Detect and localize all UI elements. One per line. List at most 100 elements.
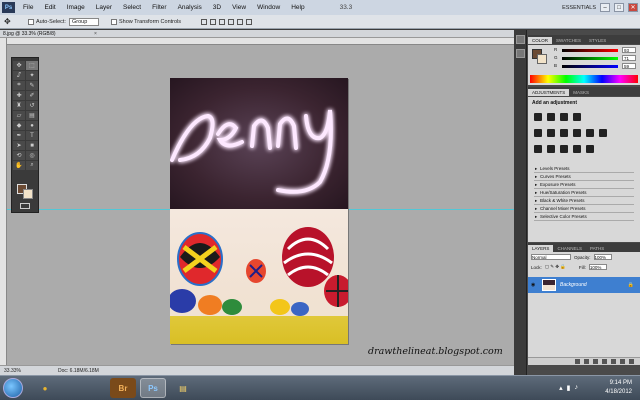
new-group-icon[interactable]: [611, 359, 616, 364]
align-bottom-icon[interactable]: [219, 18, 226, 25]
blue-value-field[interactable]: 59: [622, 63, 636, 69]
zoom-tool-icon[interactable]: ⌕: [26, 161, 38, 170]
magic-wand-tool-icon[interactable]: ✦: [26, 71, 38, 80]
invert-icon[interactable]: [534, 145, 542, 153]
panel-background-swatch[interactable]: [537, 54, 547, 64]
auto-select-checkbox[interactable]: [28, 18, 34, 25]
curves-icon[interactable]: [560, 113, 568, 121]
menu-window[interactable]: Window: [257, 4, 280, 11]
minimize-button[interactable]: –: [600, 3, 610, 12]
close-button[interactable]: ✕: [628, 3, 638, 12]
channel-mixer-icon[interactable]: [599, 129, 607, 137]
layer-style-icon[interactable]: [584, 359, 589, 364]
link-layers-icon[interactable]: [575, 359, 580, 364]
preset-levels[interactable]: Levels Presets: [534, 165, 634, 173]
3d-orbit-tool-icon[interactable]: ◎: [26, 151, 38, 160]
preset-black-white[interactable]: Black & White Presets: [534, 197, 634, 205]
blend-mode-dropdown[interactable]: Normal: [531, 254, 571, 260]
preset-hue-saturation[interactable]: Hue/Saturation Presets: [534, 189, 634, 197]
eyedropper-tool-icon[interactable]: ✎: [26, 81, 38, 90]
document-image[interactable]: [170, 78, 348, 344]
transform-controls-checkbox[interactable]: [110, 18, 117, 25]
clock[interactable]: 9:14 PM 4/18/2012: [582, 379, 632, 397]
tab-channels[interactable]: CHANNELS: [553, 245, 586, 252]
layer-mask-icon[interactable]: [593, 359, 598, 364]
tray-arrow-icon[interactable]: ▴: [559, 384, 563, 392]
maximize-button[interactable]: □: [614, 3, 624, 12]
align-center-icon[interactable]: [237, 18, 244, 25]
vibrance-icon[interactable]: [534, 129, 542, 137]
blur-tool-icon[interactable]: ◆: [13, 121, 25, 130]
menu-analysis[interactable]: Analysis: [178, 4, 202, 11]
menu-help[interactable]: Help: [291, 4, 304, 11]
new-layer-icon[interactable]: [620, 359, 625, 364]
auto-select-dropdown[interactable]: Group: [68, 17, 99, 26]
align-top-icon[interactable]: [201, 18, 208, 25]
menu-view[interactable]: View: [232, 4, 246, 11]
tab-swatches[interactable]: SWATCHES: [552, 37, 585, 44]
taskbar-chrome-icon[interactable]: ●: [32, 378, 58, 398]
menu-layer[interactable]: Layer: [96, 4, 112, 11]
menu-edit[interactable]: Edit: [44, 4, 55, 11]
move-tool-icon[interactable]: ✥: [4, 17, 16, 27]
fill-field[interactable]: 100%: [588, 264, 607, 270]
tab-paths[interactable]: PATHS: [586, 245, 608, 252]
menu-3d[interactable]: 3D: [213, 4, 221, 11]
marquee-tool-icon[interactable]: ⬚: [26, 61, 38, 70]
eraser-tool-icon[interactable]: ▱: [13, 111, 25, 120]
zoom-level-readout[interactable]: 33.3: [340, 4, 353, 11]
threshold-icon[interactable]: [560, 145, 568, 153]
preset-selective-color[interactable]: Selective Color Presets: [534, 213, 634, 221]
tab-masks[interactable]: MASKS: [569, 89, 593, 96]
visibility-eye-icon[interactable]: ◉: [531, 282, 539, 288]
taskbar-explorer-icon[interactable]: ▤: [170, 378, 196, 398]
posterize-icon[interactable]: [547, 145, 555, 153]
shape-tool-icon[interactable]: ■: [26, 141, 38, 150]
preset-curves[interactable]: Curves Presets: [534, 173, 634, 181]
tab-color[interactable]: COLOR: [528, 37, 553, 44]
move-tool-icon[interactable]: ✥: [13, 61, 25, 70]
menu-select[interactable]: Select: [123, 4, 141, 11]
exposure-icon[interactable]: [573, 113, 581, 121]
menu-file[interactable]: File: [23, 4, 33, 11]
clone-stamp-tool-icon[interactable]: ♜: [13, 101, 25, 110]
align-left-icon[interactable]: [228, 18, 235, 25]
preset-channel-mixer[interactable]: Channel Mixer Presets: [534, 205, 634, 213]
actions-panel-icon[interactable]: [516, 49, 525, 58]
blue-slider[interactable]: [562, 65, 618, 68]
selective-color-icon[interactable]: [586, 145, 594, 153]
workspace-switcher[interactable]: ESSENTIALS: [562, 5, 596, 11]
history-brush-tool-icon[interactable]: ↺: [26, 101, 38, 110]
preset-exposure[interactable]: Exposure Presets: [534, 181, 634, 189]
healing-tool-icon[interactable]: ✚: [13, 91, 25, 100]
pen-tool-icon[interactable]: ✒: [13, 131, 25, 140]
green-slider[interactable]: [562, 57, 618, 60]
color-balance-icon[interactable]: [560, 129, 568, 137]
layer-name[interactable]: Background: [560, 282, 587, 288]
ruler-horizontal[interactable]: [0, 38, 514, 45]
type-tool-icon[interactable]: T: [26, 131, 38, 140]
color-ramp[interactable]: [530, 75, 638, 83]
taskbar-bridge-icon[interactable]: Br: [110, 378, 136, 398]
quick-mask-icon[interactable]: [20, 203, 30, 209]
menu-image[interactable]: Image: [67, 4, 85, 11]
crop-tool-icon[interactable]: ⌗: [13, 81, 25, 90]
lasso-tool-icon[interactable]: ᔑ: [13, 71, 25, 80]
photo-filter-icon[interactable]: [586, 129, 594, 137]
hand-tool-icon[interactable]: ✋: [13, 161, 25, 170]
start-button[interactable]: [3, 378, 23, 398]
align-middle-icon[interactable]: [210, 18, 217, 25]
gradient-map-icon[interactable]: [573, 145, 581, 153]
background-color-swatch[interactable]: [23, 189, 33, 199]
path-selection-tool-icon[interactable]: ➤: [13, 141, 25, 150]
layer-row-background[interactable]: ◉ Background 🔒: [528, 277, 640, 293]
menu-filter[interactable]: Filter: [152, 4, 166, 11]
levels-icon[interactable]: [547, 113, 555, 121]
opacity-field[interactable]: 100%: [593, 254, 612, 260]
dodge-tool-icon[interactable]: ●: [26, 121, 38, 130]
3d-rotate-tool-icon[interactable]: ⟲: [13, 151, 25, 160]
volume-icon[interactable]: ♪: [575, 384, 579, 392]
delete-layer-icon[interactable]: [629, 359, 634, 364]
green-value-field[interactable]: 71: [622, 55, 636, 61]
brush-tool-icon[interactable]: ✐: [26, 91, 38, 100]
